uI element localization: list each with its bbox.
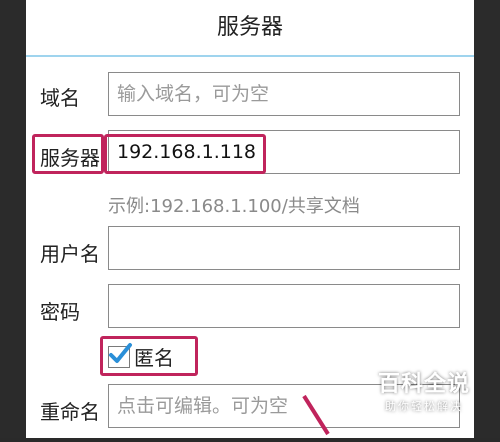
dialog-title: 服务器 [26, 0, 474, 57]
value-highlight-box [104, 134, 266, 174]
watermark-sub: 助你轻松解决 [384, 400, 463, 413]
checkbox-highlight-box [100, 336, 198, 376]
server-hint: 示例:192.168.1.100/共享文档 [108, 196, 360, 217]
rename-placeholder: 点击可编辑。可为空 [117, 395, 289, 417]
domain-placeholder: 输入域名，可为空 [117, 83, 270, 105]
rename-label: 重命名 [40, 400, 100, 424]
watermark: 百科全说 助你轻松解决 [378, 366, 470, 414]
label-highlight-box [32, 134, 104, 174]
username-input[interactable] [108, 226, 460, 270]
password-input[interactable] [108, 284, 460, 328]
password-label: 密码 [40, 300, 80, 324]
username-label: 用户名 [40, 242, 100, 266]
arrow-icon [300, 394, 340, 442]
watermark-main: 百科全说 [377, 372, 470, 397]
domain-input[interactable]: 输入域名，可为空 [108, 72, 460, 116]
domain-label: 域名 [40, 86, 80, 110]
